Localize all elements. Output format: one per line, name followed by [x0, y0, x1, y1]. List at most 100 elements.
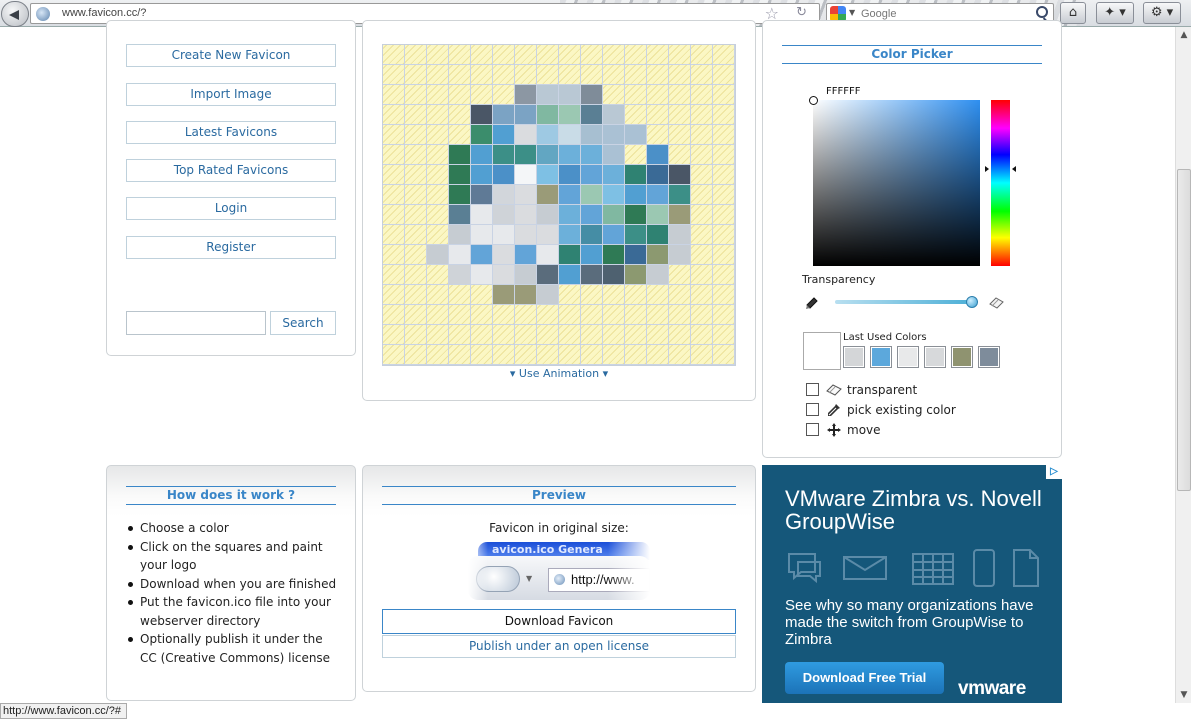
grid-cell[interactable]	[603, 285, 625, 305]
grid-cell[interactable]	[537, 65, 559, 85]
grid-cell[interactable]	[493, 225, 515, 245]
grid-cell[interactable]	[559, 125, 581, 145]
grid-cell[interactable]	[669, 225, 691, 245]
grid-cell[interactable]	[647, 265, 669, 285]
grid-cell[interactable]	[559, 45, 581, 65]
grid-cell[interactable]	[647, 145, 669, 165]
grid-cell[interactable]	[537, 125, 559, 145]
grid-cell[interactable]	[603, 45, 625, 65]
grid-cell[interactable]	[603, 245, 625, 265]
grid-cell[interactable]	[603, 85, 625, 105]
favicon-editor-grid[interactable]	[382, 44, 736, 366]
grid-cell[interactable]	[471, 265, 493, 285]
tools-button[interactable]: ⚙ ▾	[1143, 2, 1181, 24]
grid-cell[interactable]	[603, 325, 625, 345]
grid-cell[interactable]	[625, 165, 647, 185]
home-button[interactable]: ⌂	[1060, 2, 1086, 24]
grid-cell[interactable]	[537, 205, 559, 225]
grid-cell[interactable]	[493, 165, 515, 185]
grid-cell[interactable]	[603, 145, 625, 165]
grid-cell[interactable]	[471, 225, 493, 245]
grid-cell[interactable]	[471, 45, 493, 65]
grid-cell[interactable]	[625, 205, 647, 225]
grid-cell[interactable]	[515, 185, 537, 205]
grid-cell[interactable]	[449, 165, 471, 185]
grid-cell[interactable]	[713, 305, 735, 325]
grid-cell[interactable]	[427, 325, 449, 345]
grid-cell[interactable]	[427, 345, 449, 365]
grid-cell[interactable]	[405, 305, 427, 325]
grid-cell[interactable]	[559, 185, 581, 205]
grid-cell[interactable]	[537, 245, 559, 265]
grid-cell[interactable]	[493, 65, 515, 85]
grid-cell[interactable]	[427, 105, 449, 125]
grid-cell[interactable]	[405, 165, 427, 185]
grid-cell[interactable]	[713, 45, 735, 65]
last-used-color-swatch[interactable]	[870, 346, 892, 368]
grid-cell[interactable]	[537, 145, 559, 165]
grid-cell[interactable]	[669, 85, 691, 105]
grid-cell[interactable]	[669, 125, 691, 145]
transparent-checkbox[interactable]	[806, 383, 819, 396]
search-input[interactable]	[126, 311, 266, 335]
grid-cell[interactable]	[559, 205, 581, 225]
create-new-favicon-button[interactable]: Create New Favicon	[126, 44, 336, 67]
grid-cell[interactable]	[581, 285, 603, 305]
grid-cell[interactable]	[625, 285, 647, 305]
reload-icon[interactable]: ↻	[796, 5, 807, 20]
grid-cell[interactable]	[625, 245, 647, 265]
grid-cell[interactable]	[515, 45, 537, 65]
grid-cell[interactable]	[471, 285, 493, 305]
grid-cell[interactable]	[449, 145, 471, 165]
login-button[interactable]: Login	[126, 197, 336, 220]
grid-cell[interactable]	[493, 185, 515, 205]
grid-cell[interactable]	[449, 85, 471, 105]
top-rated-favicons-button[interactable]: Top Rated Favicons	[126, 159, 336, 182]
grid-cell[interactable]	[647, 105, 669, 125]
hue-marker-right[interactable]	[1012, 166, 1016, 172]
grid-cell[interactable]	[383, 225, 405, 245]
grid-cell[interactable]	[427, 185, 449, 205]
pick-existing-color-checkbox[interactable]	[806, 403, 819, 416]
grid-cell[interactable]	[559, 325, 581, 345]
grid-cell[interactable]	[405, 325, 427, 345]
grid-cell[interactable]	[427, 245, 449, 265]
grid-cell[interactable]	[603, 225, 625, 245]
grid-cell[interactable]	[713, 325, 735, 345]
grid-cell[interactable]	[383, 125, 405, 145]
grid-cell[interactable]	[471, 345, 493, 365]
grid-cell[interactable]	[471, 105, 493, 125]
grid-cell[interactable]	[581, 265, 603, 285]
grid-cell[interactable]	[537, 185, 559, 205]
grid-cell[interactable]	[713, 165, 735, 185]
grid-cell[interactable]	[449, 225, 471, 245]
grid-cell[interactable]	[559, 65, 581, 85]
grid-cell[interactable]	[515, 205, 537, 225]
grid-cell[interactable]	[471, 185, 493, 205]
grid-cell[interactable]	[405, 45, 427, 65]
grid-cell[interactable]	[515, 165, 537, 185]
grid-cell[interactable]	[383, 345, 405, 365]
grid-cell[interactable]	[581, 105, 603, 125]
grid-cell[interactable]	[493, 265, 515, 285]
grid-cell[interactable]	[691, 225, 713, 245]
last-used-color-swatch[interactable]	[897, 346, 919, 368]
grid-cell[interactable]	[493, 285, 515, 305]
grid-cell[interactable]	[383, 205, 405, 225]
grid-cell[interactable]	[471, 145, 493, 165]
grid-cell[interactable]	[383, 265, 405, 285]
grid-cell[interactable]	[669, 245, 691, 265]
grid-cell[interactable]	[383, 245, 405, 265]
grid-cell[interactable]	[559, 145, 581, 165]
grid-cell[interactable]	[515, 265, 537, 285]
transparency-slider[interactable]	[835, 300, 975, 304]
grid-cell[interactable]	[713, 265, 735, 285]
grid-cell[interactable]	[691, 305, 713, 325]
grid-cell[interactable]	[691, 285, 713, 305]
grid-cell[interactable]	[493, 205, 515, 225]
grid-cell[interactable]	[405, 225, 427, 245]
grid-cell[interactable]	[603, 205, 625, 225]
grid-cell[interactable]	[471, 305, 493, 325]
grid-cell[interactable]	[581, 225, 603, 245]
grid-cell[interactable]	[669, 265, 691, 285]
